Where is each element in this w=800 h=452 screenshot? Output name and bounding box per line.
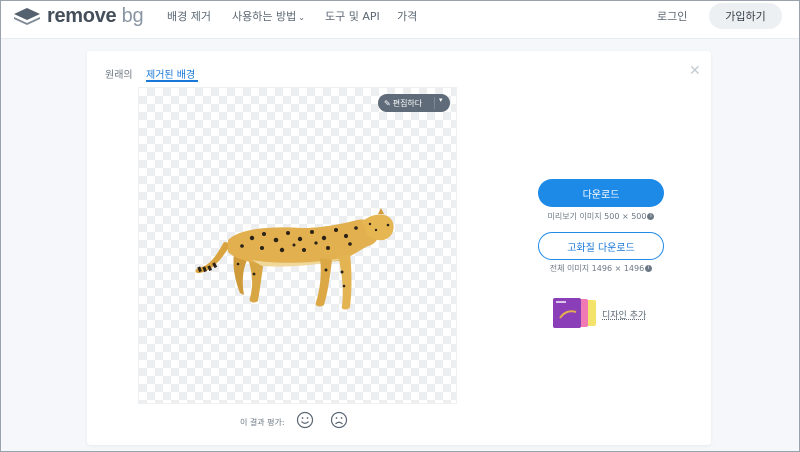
preview-size-info: 미리보기 이미지 500 × 500 i [501, 211, 701, 222]
happy-face-icon[interactable] [296, 411, 314, 429]
removebg-logo[interactable]: remove bg [13, 4, 144, 27]
tab-original[interactable]: 원래의 [105, 66, 133, 81]
full-size-text: 전체 이미지 1496 × 1496 [549, 264, 645, 273]
signup-button[interactable]: 가입하기 [709, 3, 782, 29]
cheetah-image [195, 208, 394, 310]
active-tab-indicator [146, 80, 198, 82]
close-icon[interactable]: ✕ [689, 63, 701, 79]
sad-face-icon[interactable] [330, 411, 348, 429]
top-header: remove bg 배경 제거 사용하는 방법 ⌄ 도구 및 API 가격 로그인… [0, 0, 800, 39]
nav-how-to-use-label: 사용하는 방법 [232, 10, 297, 23]
nav-pricing[interactable]: 가격 [397, 8, 417, 24]
rate-result-label: 이 결과 평가: [240, 418, 285, 427]
info-icon[interactable]: i [647, 213, 655, 220]
preview-size-text: 미리보기 이미지 500 × 500 [547, 212, 647, 221]
caret-down-icon[interactable]: ▾ [439, 96, 443, 104]
full-size-info: 전체 이미지 1496 × 1496 i [501, 263, 701, 274]
login-link[interactable]: 로그인 [657, 8, 687, 24]
result-image-canvas: ✎ 편집하다 ▾ [138, 87, 457, 404]
add-design-link[interactable]: 디자인 추가 [602, 308, 646, 321]
nav-tools-api[interactable]: 도구 및 API [325, 8, 380, 24]
layers-logo-icon [14, 8, 40, 25]
edit-button-label: 편집하다 [392, 98, 423, 108]
download-button[interactable]: 다운로드 [538, 179, 664, 207]
design-cards-icon[interactable] [552, 296, 600, 330]
edit-button-divider [434, 97, 435, 109]
nav-remove-background[interactable]: 배경 제거 [167, 8, 211, 24]
nav-how-to-use[interactable]: 사용하는 방법 ⌄ [232, 8, 305, 24]
result-card: 원래의 제거된 배경 ✕ ✎ 편집하다 ▾ 이 결과 평가: 다운로드 미리보기… [87, 51, 711, 445]
logo-text: remove bg [47, 4, 144, 27]
pencil-icon: ✎ [384, 98, 391, 108]
download-hd-button[interactable]: 고화질 다운로드 [538, 232, 664, 260]
edit-button[interactable]: ✎ 편집하다 ▾ [378, 94, 450, 112]
tab-removed-background[interactable]: 제거된 배경 [146, 66, 195, 81]
info-icon[interactable]: i [645, 265, 653, 272]
chevron-down-icon: ⌄ [298, 13, 305, 22]
